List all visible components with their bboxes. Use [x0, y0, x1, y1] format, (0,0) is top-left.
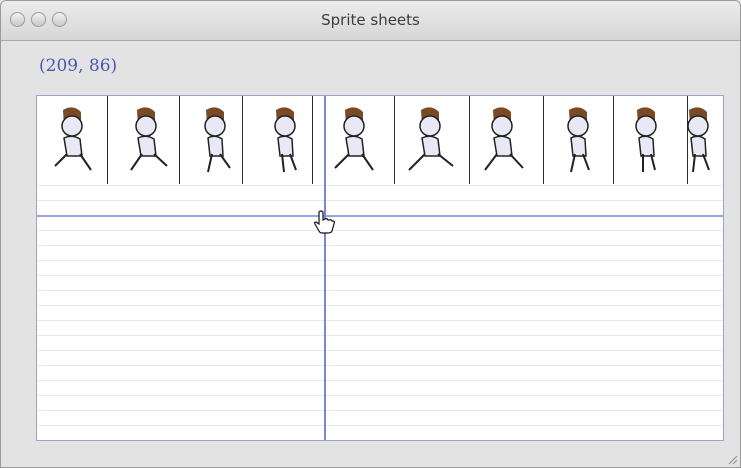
sprite-frame-1 — [54, 107, 92, 171]
sprite-sheet-strip — [37, 96, 723, 184]
sprite-frame-10 — [687, 107, 710, 173]
frame-divider — [179, 96, 180, 184]
sprite-frame-4 — [274, 107, 297, 173]
sprite-frame-2 — [130, 107, 168, 171]
window-title: Sprite sheets — [321, 11, 420, 29]
hand-pointer-icon — [314, 210, 335, 234]
frame-divider — [613, 96, 614, 184]
sprite-frame-3 — [204, 107, 231, 173]
sprite-frame-7 — [484, 107, 524, 171]
title-bar: Sprite sheets — [1, 1, 740, 41]
sprite-frame-8 — [567, 107, 590, 173]
resize-grip-icon[interactable] — [726, 453, 738, 465]
horizontal-guide-line[interactable] — [37, 215, 723, 217]
frame-divider — [312, 96, 313, 184]
sprite-sheet-canvas[interactable] — [36, 95, 724, 441]
sprite-sheets-window: Sprite sheets (209, 86) — [0, 0, 741, 468]
sprite-frame-5 — [334, 107, 374, 171]
frame-divider — [394, 96, 395, 184]
sprite-frame-9 — [635, 107, 657, 172]
frame-divider — [242, 96, 243, 184]
frame-divider — [543, 96, 544, 184]
coordinate-readout: (209, 86) — [39, 56, 118, 76]
frame-divider — [107, 96, 108, 184]
frame-divider — [469, 96, 470, 184]
vertical-guide-line[interactable] — [324, 96, 326, 440]
sprite-frame-6 — [408, 107, 454, 171]
